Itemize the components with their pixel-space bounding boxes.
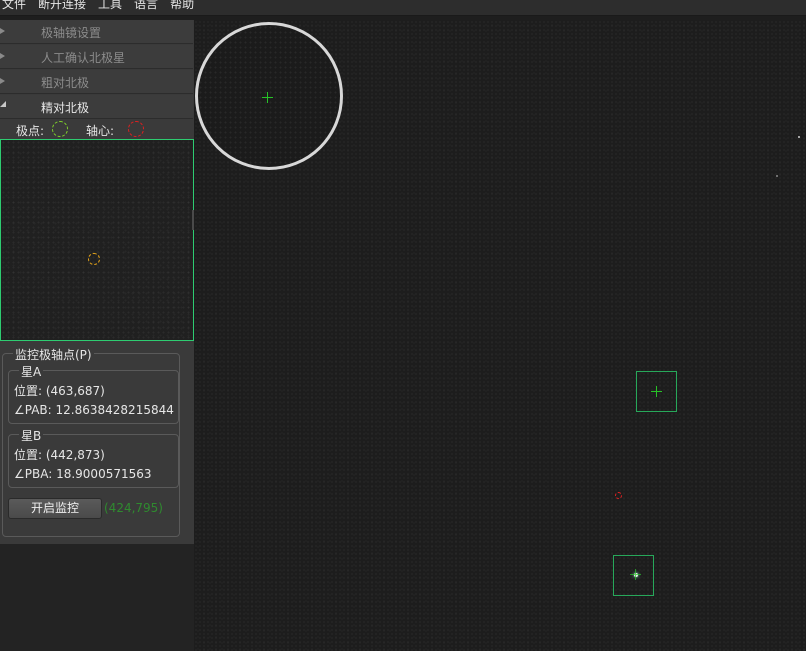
fine-align-preview[interactable] — [0, 139, 194, 341]
camera-view[interactable] — [194, 20, 806, 651]
section-confirm-polaris[interactable]: 人工确认北极星 — [0, 45, 193, 69]
chevron-right-icon — [0, 53, 5, 59]
pole-legend-circle-icon — [52, 121, 68, 137]
star-b-angle: ∠PBA: 18.9000571563 — [14, 467, 152, 481]
coordinate-readout: (424,795) — [104, 501, 163, 515]
axis-center-marker-icon — [615, 492, 622, 499]
section-polar-scope-settings[interactable]: 极轴镜设置 — [0, 20, 193, 44]
chevron-right-icon — [0, 28, 5, 34]
monitor-group-title: 监控极轴点(P) — [13, 346, 94, 363]
marker-legend: 极点: 轴心: — [0, 119, 194, 139]
pole-legend-label: 极点: — [16, 124, 45, 138]
star-b-group: 星B 位置: (442,873) ∠PBA: 18.9000571563 — [8, 427, 179, 488]
star-point — [798, 136, 800, 138]
menu-help[interactable]: 帮助 — [166, 0, 198, 11]
section-label: 精对北极 — [41, 101, 90, 115]
menu-disconnect[interactable]: 断开连接 — [34, 0, 90, 11]
sidebar-empty-area — [0, 544, 194, 651]
chevron-right-icon — [0, 78, 5, 84]
star-a-title: 星A — [19, 363, 44, 380]
star-point — [776, 175, 778, 177]
crosshair-icon — [630, 569, 641, 580]
section-label: 粗对北极 — [41, 76, 90, 90]
magnifier-lens — [195, 22, 343, 170]
section-fine-polar-align[interactable]: 精对北极 — [0, 95, 193, 119]
axis-legend-label: 轴心: — [86, 124, 115, 138]
sidebar-body: 极轴镜设置 人工确认北极星 粗对北极 精对北极 极点: 轴心: 监控极轴点(P) — [0, 20, 194, 544]
chevron-down-icon — [0, 101, 6, 107]
star-b-title: 星B — [19, 427, 44, 444]
sidebar: 极轴镜设置 人工确认北极星 粗对北极 精对北极 极点: 轴心: 监控极轴点(P) — [0, 20, 194, 651]
menu-bar: 文件 断开连接 工具 语言 帮助 — [0, 0, 806, 16]
preview-sky-image — [1, 140, 193, 340]
magnifier-crosshair-icon — [262, 92, 273, 103]
star-a-group: 星A 位置: (463,687) ∠PAB: 12.8638428215844 — [8, 363, 179, 424]
target-circle-icon — [88, 253, 100, 265]
menu-tools[interactable]: 工具 — [94, 0, 126, 11]
star-a-marker-box — [636, 371, 677, 412]
menu-language[interactable]: 语言 — [130, 0, 162, 11]
section-rough-polar-align[interactable]: 粗对北极 — [0, 70, 193, 94]
section-label: 人工确认北极星 — [41, 51, 126, 65]
crosshair-icon — [651, 386, 662, 397]
axis-legend-circle-icon — [128, 121, 144, 137]
star-b-marker-box — [613, 555, 654, 596]
menu-file[interactable]: 文件 — [0, 0, 30, 11]
star-b-position: 位置: (442,873) — [14, 448, 105, 462]
section-label: 极轴镜设置 — [41, 26, 102, 40]
star-a-angle: ∠PAB: 12.8638428215844 — [14, 403, 174, 417]
star-a-position: 位置: (463,687) — [14, 384, 105, 398]
start-monitoring-button[interactable]: 开启监控 — [8, 498, 102, 519]
